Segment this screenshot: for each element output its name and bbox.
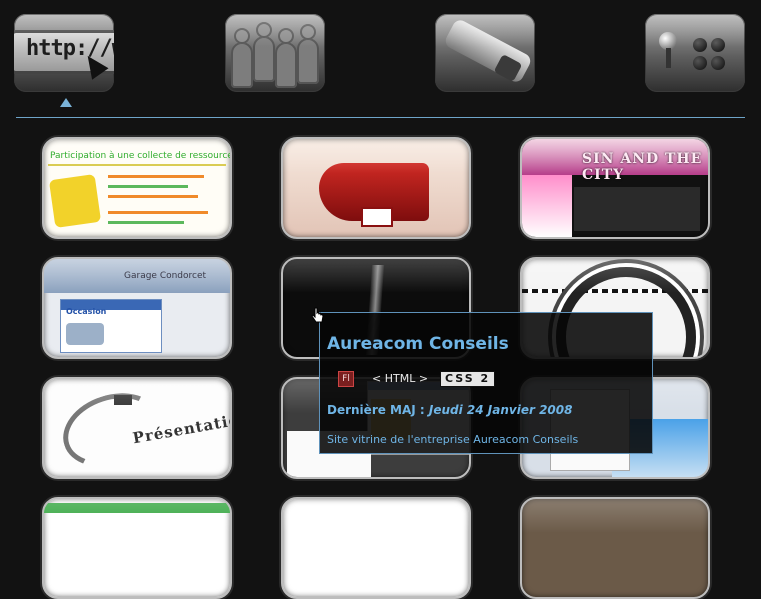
portfolio-thumb-faces[interactable] [520, 497, 710, 599]
arcade-button [693, 38, 707, 52]
tooltip-description: Site vitrine de l'entreprise Aureacom Co… [327, 433, 579, 446]
portfolio-thumb-sin-and-the-city[interactable]: SIN AND THE CITY [520, 137, 710, 239]
thumb-car-photo [66, 323, 104, 345]
thumb-heading: Garage Condorcet [124, 271, 207, 281]
portfolio-thumb-garage[interactable]: Garage Condorcet Occasion [42, 257, 232, 359]
category-http-icon[interactable]: http://ww [14, 14, 114, 92]
last-update-date: Jeudi 24 Janvier 2008 [428, 403, 573, 417]
last-update: Dernière MAJ : Jeudi 24 Janvier 2008 [327, 403, 572, 417]
divider-line [16, 117, 745, 118]
portfolio-thumb-participation[interactable]: Participation à une collecte de ressourc… [42, 137, 232, 239]
portfolio-thumb-aureacom[interactable] [281, 137, 471, 239]
last-update-label: Dernière MAJ : [327, 403, 425, 417]
css2-badge: CSS 2 [440, 371, 496, 387]
person-figure [231, 28, 253, 88]
html-badge: < HTML > [372, 372, 429, 385]
tooltip-title: Aureacom Conseils [327, 334, 509, 354]
portfolio-thumb-green[interactable] [42, 497, 232, 599]
category-people-icon[interactable] [225, 14, 325, 92]
thumb-section-label: Occasion [66, 307, 107, 316]
person-figure [297, 24, 319, 84]
thumb-illustration [48, 174, 102, 228]
arcade-button [693, 56, 707, 70]
arcade-button [711, 56, 725, 70]
arcade-button [711, 38, 725, 52]
person-figure [253, 22, 275, 82]
project-tooltip: Aureacom Conseils Fl < HTML > CSS 2 Dern… [319, 312, 653, 454]
person-figure [275, 28, 297, 88]
selected-category-indicator-icon [60, 98, 72, 107]
thumb-logo [361, 207, 393, 227]
hand-pointer-icon [311, 307, 324, 323]
portfolio-thumb-white[interactable] [281, 497, 471, 599]
joystick-stick [666, 48, 671, 68]
tube-body [442, 17, 534, 85]
category-arcade-icon[interactable] [645, 14, 745, 92]
portfolio-thumb-presentation[interactable]: Présentation [42, 377, 232, 479]
thumb-heading: SIN AND THE CITY [582, 151, 703, 183]
flash-badge-icon: Fl [338, 371, 354, 387]
category-paint-tube-icon[interactable] [435, 14, 535, 92]
thumb-heading: Participation à une collecte de ressourc… [50, 151, 232, 161]
